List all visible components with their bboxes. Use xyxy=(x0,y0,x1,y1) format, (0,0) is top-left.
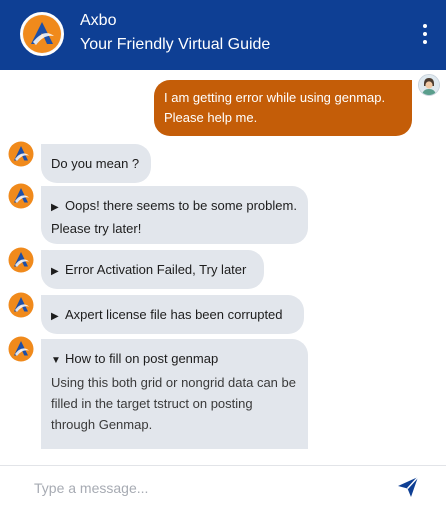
bot-tagline: Your Friendly Virtual Guide xyxy=(80,36,271,53)
message-list[interactable]: I am getting error while using genmap. P… xyxy=(0,70,446,465)
answer-title: How to fill on post genmap xyxy=(65,351,219,366)
bot-avatar-icon xyxy=(8,247,34,273)
send-icon[interactable] xyxy=(396,475,420,499)
chat-header: Axbo Your Friendly Virtual Guide xyxy=(0,0,446,70)
user-avatar-icon xyxy=(418,74,440,96)
collapsible-answer[interactable]: ▶ Oops! there seems to be some problem. P… xyxy=(41,186,308,244)
bot-avatar-icon xyxy=(8,183,34,209)
answer-title: Error Activation Failed, Try later xyxy=(65,262,247,277)
chat-widget: Axbo Your Friendly Virtual Guide I am ge… xyxy=(0,0,446,513)
bot-avatar-icon xyxy=(8,336,34,362)
expand-caret-icon[interactable]: ▶ xyxy=(51,261,65,282)
user-message: I am getting error while using genmap. P… xyxy=(154,80,412,136)
bot-name: Axbo xyxy=(80,12,117,29)
collapsible-answer-expanded[interactable]: ▼ How to fill on post genmap Using this b… xyxy=(41,339,308,449)
expand-caret-icon[interactable]: ▶ xyxy=(51,306,65,327)
kebab-menu-icon[interactable] xyxy=(420,22,430,46)
axbo-logo-icon xyxy=(20,12,64,56)
bot-avatar-icon xyxy=(8,141,34,167)
bot-message: Do you mean ? xyxy=(41,144,151,183)
expand-caret-icon[interactable]: ▶ xyxy=(51,197,65,218)
collapse-caret-icon[interactable]: ▼ xyxy=(51,350,65,371)
collapsible-answer[interactable]: ▶ Axpert license file has been corrupted xyxy=(41,295,304,334)
answer-title: Axpert license file has been corrupted xyxy=(65,307,283,322)
message-input[interactable] xyxy=(24,476,364,500)
answer-body: Using this both grid or nongrid data can… xyxy=(51,375,296,432)
bot-avatar-icon xyxy=(8,292,34,318)
answer-title: Oops! there seems to be some problem. Pl… xyxy=(51,198,297,236)
collapsible-answer[interactable]: ▶ Error Activation Failed, Try later xyxy=(41,250,264,289)
message-composer xyxy=(0,466,446,513)
bot-message-text: Do you mean ? xyxy=(51,156,140,171)
